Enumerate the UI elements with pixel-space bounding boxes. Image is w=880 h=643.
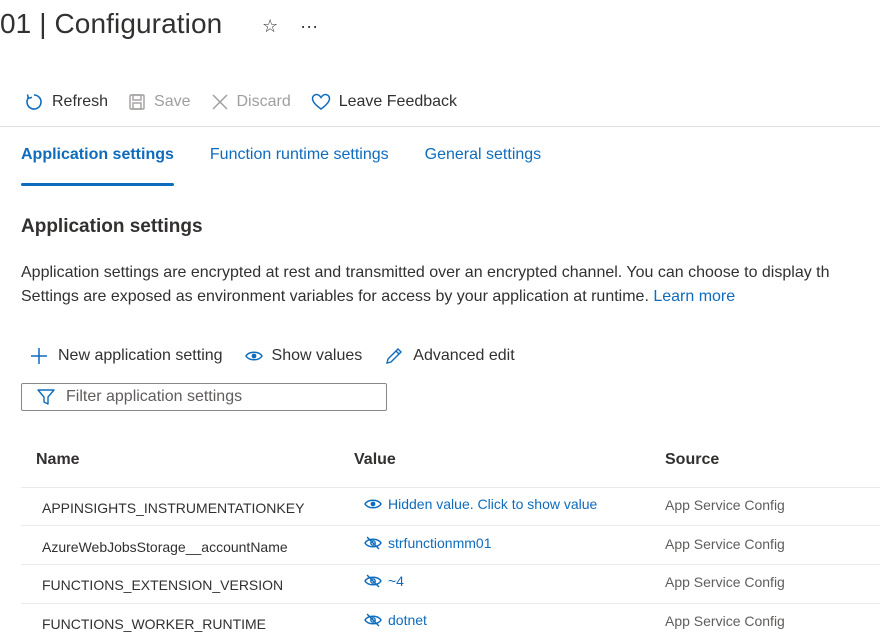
row-divider (21, 487, 880, 488)
page-title: 01 | Configuration (0, 8, 223, 39)
description-line-1: Application settings are encrypted at re… (21, 264, 830, 281)
setting-value-text: ~4 (388, 573, 404, 589)
setting-value[interactable]: dotnet (364, 612, 427, 628)
tab-general-settings[interactable]: General settings (425, 146, 542, 178)
setting-value[interactable]: strfunctionmm01 (364, 535, 491, 551)
divider (0, 126, 880, 127)
setting-value-text: strfunctionmm01 (388, 535, 492, 551)
section-description: Application settings are encrypted at re… (21, 261, 830, 309)
setting-value-text: Hidden value. Click to show value (388, 496, 598, 512)
setting-value-text: dotnet (388, 612, 427, 628)
close-icon (211, 94, 228, 110)
new-application-setting-button[interactable]: New application setting (29, 346, 223, 366)
setting-value[interactable]: ~4 (364, 573, 404, 589)
setting-name: FUNCTIONS_EXTENSION_VERSION (42, 577, 284, 593)
filter-icon (37, 389, 55, 405)
section-title: Application settings (21, 216, 203, 237)
setting-name: AzureWebJobsStorage__accountName (42, 539, 288, 555)
more-icon[interactable]: ··· (300, 16, 318, 36)
setting-name: APPINSIGHTS_INSTRUMENTATIONKEY (42, 500, 305, 516)
advanced-edit-label: Advanced edit (413, 347, 515, 364)
refresh-icon (26, 94, 42, 110)
setting-source: App Service Config (665, 574, 785, 590)
save-icon (129, 94, 145, 110)
eye-icon (244, 351, 263, 361)
column-header-source[interactable]: Source (665, 451, 719, 469)
heart-icon (311, 93, 330, 110)
setting-source: App Service Config (665, 536, 785, 552)
new-application-setting-label: New application setting (58, 347, 223, 364)
eye-slash-icon (364, 574, 382, 588)
setting-source: App Service Config (665, 497, 785, 513)
description-line-2: Settings are exposed as environment vari… (21, 285, 830, 309)
toolbar: Refresh Save Discard Leave Feedback (24, 88, 477, 116)
save-label: Save (154, 93, 191, 110)
setting-name: FUNCTIONS_WORKER_RUNTIME (42, 616, 267, 632)
filter-input[interactable] (64, 387, 368, 407)
show-values-label: Show values (271, 347, 363, 364)
pencil-icon (386, 348, 403, 364)
advanced-edit-button[interactable]: Advanced edit (384, 346, 515, 366)
discard-button[interactable]: Discard (211, 93, 291, 111)
filter-box (21, 383, 387, 411)
tab-function-runtime-settings[interactable]: Function runtime settings (210, 146, 389, 178)
row-divider (21, 525, 880, 526)
tab-application-settings[interactable]: Application settings (21, 146, 174, 186)
refresh-label: Refresh (52, 93, 109, 110)
setting-value[interactable]: Hidden value. Click to show value (364, 496, 597, 512)
description-line-2-text: Settings are exposed as environment vari… (21, 288, 654, 305)
row-divider (21, 564, 880, 565)
eye-slash-icon (364, 536, 382, 550)
discard-label: Discard (236, 93, 291, 110)
setting-source: App Service Config (665, 613, 785, 629)
learn-more-link[interactable]: Learn more (653, 288, 735, 305)
eye-slash-icon (364, 613, 382, 627)
leave-feedback-button[interactable]: Leave Feedback (311, 93, 457, 111)
command-bar: New application setting Show values Adva… (29, 343, 537, 369)
plus-icon (31, 348, 47, 364)
refresh-button[interactable]: Refresh (24, 92, 108, 112)
column-header-name[interactable]: Name (36, 451, 80, 469)
star-icon[interactable]: ☆ (262, 16, 278, 36)
leave-feedback-label: Leave Feedback (338, 93, 458, 110)
save-button[interactable]: Save (128, 93, 191, 111)
tab-list: Application settings Function runtime se… (21, 146, 577, 186)
eye-icon (364, 499, 382, 509)
row-divider (21, 603, 880, 604)
column-header-value[interactable]: Value (354, 451, 396, 469)
show-values-button[interactable]: Show values (244, 347, 363, 365)
